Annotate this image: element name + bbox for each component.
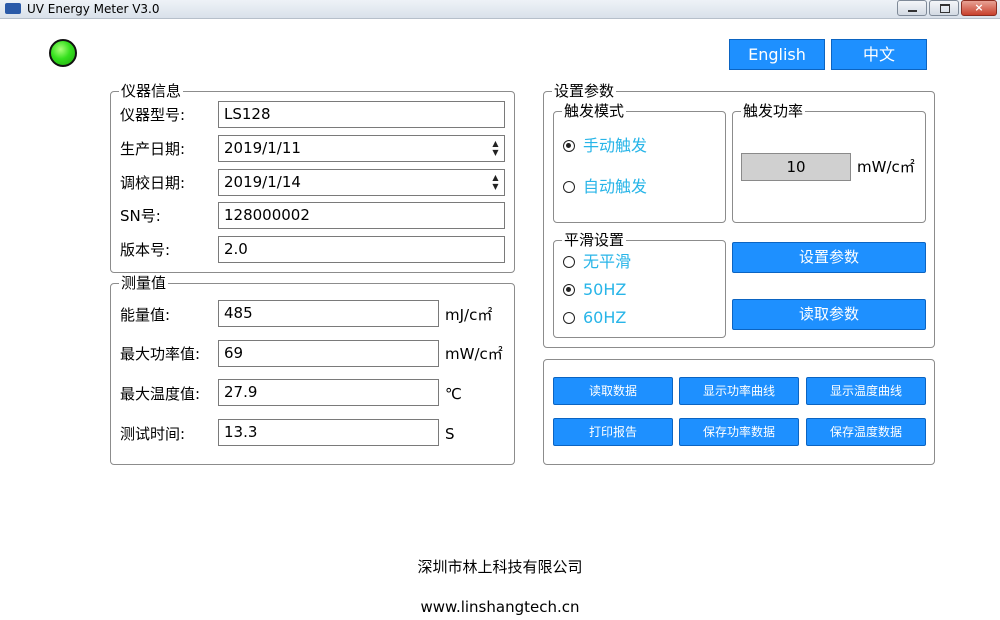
production-date-picker[interactable]: 2019/1/11 ▲ ▼	[218, 135, 505, 162]
trigger-power-field[interactable]: 10	[741, 153, 851, 181]
print-report-button[interactable]: 打印报告	[553, 418, 673, 446]
production-date-label: 生产日期:	[120, 140, 186, 158]
maximize-icon	[940, 4, 950, 13]
smoothing-group: 平滑设置	[553, 232, 726, 338]
close-button[interactable]: ×	[961, 0, 997, 16]
energy-field[interactable]: 485	[218, 300, 439, 327]
trigger-mode-group: 触发模式	[553, 103, 726, 223]
energy-label: 能量值:	[120, 306, 171, 324]
calibration-date-label: 调校日期:	[120, 174, 186, 192]
test-time-unit: S	[445, 425, 455, 443]
sn-field[interactable]: 128000002	[218, 202, 505, 229]
auto-trigger-radio[interactable]	[563, 181, 575, 193]
model-label: 仪器型号:	[120, 106, 186, 124]
production-date-value: 2019/1/11	[224, 139, 301, 157]
window-title: UV Energy Meter V3.0	[27, 2, 160, 16]
test-time-label: 测试时间:	[120, 425, 186, 443]
save-power-data-button[interactable]: 保存功率数据	[679, 418, 799, 446]
smoothing-50hz-label[interactable]: 50HZ	[583, 280, 626, 300]
spin-updown-icon[interactable]: ▲ ▼	[491, 139, 500, 157]
device-info-legend: 仪器信息	[121, 82, 182, 100]
energy-unit: mJ/c㎡	[445, 306, 493, 324]
minimize-button[interactable]	[897, 0, 927, 16]
max-temp-label: 最大温度值:	[120, 385, 201, 403]
app-icon	[5, 3, 21, 14]
sn-label: SN号:	[120, 207, 161, 225]
actions-group	[543, 359, 935, 465]
company-name: 深圳市林上科技有限公司	[417, 558, 583, 576]
show-power-curve-button[interactable]: 显示功率曲线	[679, 377, 799, 405]
english-button[interactable]: English	[729, 39, 825, 70]
show-temp-curve-button[interactable]: 显示温度曲线	[806, 377, 926, 405]
auto-trigger-label[interactable]: 自动触发	[583, 177, 647, 197]
title-bar: UV Energy Meter V3.0 ×	[0, 0, 1000, 19]
calibration-date-value: 2019/1/14	[224, 173, 301, 191]
smoothing-50hz-radio[interactable]	[563, 284, 575, 296]
settings-legend: 设置参数	[554, 82, 615, 100]
version-field[interactable]: 2.0	[218, 236, 505, 263]
no-smoothing-label[interactable]: 无平滑	[583, 252, 631, 272]
status-led-icon	[49, 39, 77, 67]
manual-trigger-label[interactable]: 手动触发	[583, 136, 647, 156]
max-power-label: 最大功率值:	[120, 345, 201, 363]
calibration-date-picker[interactable]: 2019/1/14 ▲ ▼	[218, 169, 505, 196]
spin-updown-icon[interactable]: ▲ ▼	[491, 173, 500, 191]
close-icon: ×	[974, 1, 984, 14]
minimize-icon	[908, 10, 917, 12]
read-params-button[interactable]: 读取参数	[732, 299, 926, 330]
trigger-mode-legend: 触发模式	[564, 102, 625, 120]
maximize-button[interactable]	[929, 0, 959, 16]
website-link[interactable]: www.linshangtech.cn	[0, 597, 1000, 617]
test-time-field[interactable]: 13.3	[218, 419, 439, 446]
trigger-power-legend: 触发功率	[743, 102, 804, 120]
model-field[interactable]: LS128	[218, 101, 505, 128]
trigger-power-unit: mW/c㎡	[857, 158, 915, 176]
save-temp-data-button[interactable]: 保存温度数据	[806, 418, 926, 446]
chinese-button[interactable]: 中文	[831, 39, 927, 70]
no-smoothing-radio[interactable]	[563, 256, 575, 268]
max-power-field[interactable]: 69	[218, 340, 439, 367]
read-data-button[interactable]: 读取数据	[553, 377, 673, 405]
smoothing-60hz-label[interactable]: 60HZ	[583, 308, 626, 328]
max-temp-field[interactable]: 27.9	[218, 379, 439, 406]
smoothing-60hz-radio[interactable]	[563, 312, 575, 324]
version-label: 版本号:	[120, 241, 171, 259]
max-power-unit: mW/c㎡	[445, 345, 503, 363]
set-params-button[interactable]: 设置参数	[732, 242, 926, 273]
smoothing-legend: 平滑设置	[564, 231, 625, 249]
max-temp-unit: ℃	[445, 385, 462, 403]
measurement-legend: 测量值	[121, 274, 167, 292]
manual-trigger-radio[interactable]	[563, 140, 575, 152]
